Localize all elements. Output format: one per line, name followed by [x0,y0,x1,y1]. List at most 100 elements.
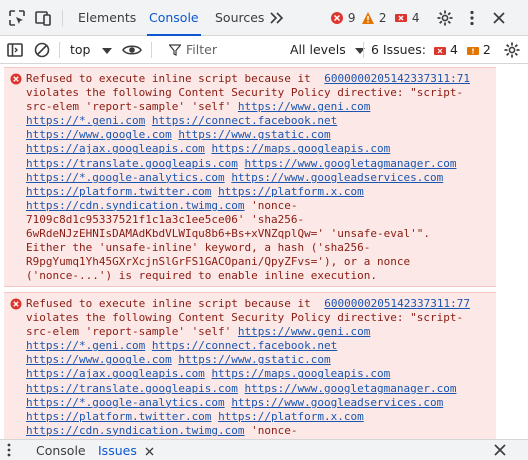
message-text-segment: 'nonce- [244,198,298,212]
message-text-segment: violates the following Content Security … [26,311,464,325]
issues-button[interactable]: 6 Issues: 4 2 [371,36,491,64]
issues-warning-count: 2 [482,42,491,57]
issues-count: 4 [411,11,420,25]
message-text-segment [238,157,245,170]
settings-gear-icon[interactable] [436,9,454,27]
csp-source-link[interactable]: https://connect.facebook.net [152,114,337,127]
csp-source-link[interactable]: https://connect.facebook.net [152,339,337,352]
error-count-badge[interactable]: 9 [330,11,355,25]
message-text-segment: Refused to execute inline script because… [26,72,311,85]
error-icon [10,298,22,310]
log-levels-value: All levels [290,42,346,57]
csp-source-link[interactable]: https://www.googletagmanager.com [245,157,457,170]
error-icon [331,12,343,24]
message-text-segment: 'nonce- [244,423,298,437]
csp-source-link[interactable]: https://ajax.googleapis.com [26,367,205,380]
csp-source-link[interactable]: https://maps.googleapis.com [211,367,390,380]
message-text-segment: 6wRdeNJzEHNIsDAMAdKbdVLWIqu8b6+Bs+xVNZqp… [26,227,430,241]
error-count: 9 [347,11,356,25]
kebab-menu-icon[interactable] [463,9,481,27]
csp-source-link[interactable]: https://www.gstatic.com [178,353,330,366]
csp-source-link[interactable]: https://*.google-analytics.com [26,171,225,184]
tab-elements[interactable]: Elements [78,0,136,36]
csp-source-link[interactable]: https://*.geni.com [26,114,145,127]
warning-count: 2 [378,11,387,25]
csp-source-link[interactable]: https://*.google-analytics.com [26,396,225,409]
context-value: top [70,42,91,57]
message-text-segment: ('nonce-...') is required to enable inli… [26,269,377,283]
csp-source-link[interactable]: https://www.geni.com [238,325,370,338]
issues-count-badge[interactable]: 4 [394,11,419,25]
csp-source-link[interactable]: https://*.geni.com [26,339,145,352]
csp-source-link[interactable]: https://www.googleadservices.com [231,396,443,409]
csp-source-link[interactable]: https://ajax.googleapis.com [26,142,205,155]
csp-source-link[interactable]: https://cdn.syndication.twimg.com [26,424,245,437]
csp-source-link[interactable]: https://maps.googleapis.com [211,142,390,155]
tab-sources[interactable]: Sources [215,0,264,36]
csp-source-link[interactable]: https://translate.googleapis.com [26,157,238,170]
more-tabs-icon[interactable] [270,12,284,24]
message-text-segment: Refused to execute inline script because… [26,297,311,310]
filter-input[interactable]: Filter [160,39,280,61]
csp-source-link[interactable]: https://www.googletagmanager.com [245,382,457,395]
filter-icon [169,44,181,56]
csp-source-link[interactable]: https://www.geni.com [238,100,370,113]
context-selector[interactable]: top [70,36,113,64]
live-expression-eye-icon[interactable] [122,41,142,59]
toolbar-separator [151,42,152,58]
csp-source-link[interactable]: https://www.google.com [26,353,172,366]
inspect-element-icon[interactable] [8,9,26,27]
csp-source-link[interactable]: https://www.gstatic.com [178,128,330,141]
close-tab-icon[interactable] [145,447,154,456]
csp-source-link[interactable]: https://platform.twitter.com [26,185,211,198]
sidebar-toggle-icon[interactable] [6,41,24,59]
log-levels-dropdown[interactable]: All levels [290,36,365,64]
clear-console-icon[interactable] [33,41,51,59]
csp-source-link[interactable]: https://platform.twitter.com [26,410,211,423]
issue-error-icon [433,46,446,55]
message-text-segment: 7109c8d1c95337521f1c1a3c1ee5ce06' 'sha25… [26,212,305,226]
drawer-tab-issues[interactable]: Issues [98,440,154,460]
console-scrollbar[interactable] [500,64,528,439]
csp-source-link[interactable]: https://www.googleadservices.com [231,171,443,184]
message-text-segment [145,114,152,127]
console-error-message: 6000000205142337311:71 Refused to execut… [4,67,496,287]
message-text: Refused to execute inline script because… [26,72,463,283]
message-text-segment: src-elem 'report-sample' 'self' [26,100,238,114]
message-text-segment: R9pgYumq1Yh45GXrXcjnSlGrFS1GACOpani/QpyZ… [26,255,411,269]
console-messages[interactable]: 6000000205142337311:71 Refused to execut… [0,64,528,439]
devtools-tab-bar: Elements Console Sources 9 2 4 [0,0,528,36]
toolbar-separator [363,42,364,58]
device-toolbar-icon[interactable] [34,9,52,27]
message-text-segment [238,382,245,395]
csp-source-link[interactable]: https://platform.x.com [218,185,364,198]
error-icon [10,73,22,85]
drawer-menu-icon[interactable] [6,443,12,460]
message-text-segment [145,339,152,352]
csp-source-link[interactable]: https://www.google.com [26,128,172,141]
close-drawer-icon[interactable] [494,444,506,459]
issue-flag-icon [395,14,407,22]
message-text-segment: Either the 'unsafe-inline' keyword, a ha… [26,241,371,255]
issues-label: 6 Issues: [371,42,426,57]
tab-console[interactable]: Console [147,0,201,36]
console-settings-gear-icon[interactable] [503,41,521,59]
drawer-tab-console[interactable]: Console [36,440,86,460]
csp-source-link[interactable]: https://cdn.syndication.twimg.com [26,199,245,212]
console-error-message: 6000000205142337311:77 Refused to execut… [4,292,496,439]
drawer-tab-issues-label: Issues [98,443,137,458]
console-toolbar: top Filter All levels 6 Issues: 4 2 [0,36,528,64]
filter-placeholder: Filter [186,42,217,57]
chevron-down-icon [102,47,113,54]
message-text-segment: src-elem 'report-sample' 'self' [26,325,238,339]
csp-source-link[interactable]: https://platform.x.com [218,410,364,423]
csp-source-link[interactable]: https://translate.googleapis.com [26,382,238,395]
toolbar-separator [59,42,60,58]
close-devtools-icon[interactable] [490,9,508,27]
message-text-segment: violates the following Content Security … [26,86,464,100]
drawer-tab-bar: Console Issues [0,439,528,460]
warning-count-badge[interactable]: 2 [361,11,386,25]
message-text: Refused to execute inline script because… [26,297,463,438]
tab-separator [62,10,63,26]
warning-icon [362,12,374,24]
